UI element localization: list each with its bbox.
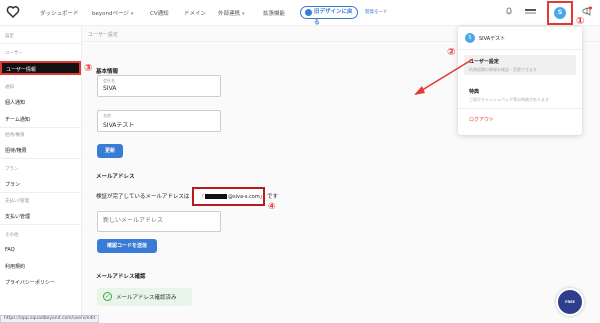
new-email-field[interactable]	[97, 211, 221, 232]
back-to-old-design-button[interactable]: 旧デザインに戻る	[300, 6, 358, 26]
nav-external-label: 外部連携	[218, 11, 241, 17]
email-confirm-heading: メールアドレス確認	[96, 274, 146, 280]
user-settings-title: ユーザー設定	[469, 59, 499, 65]
chat-widget-button[interactable]: FREE	[556, 288, 584, 316]
divider	[0, 192, 82, 193]
status-url-bar: https://app.squadbeyond.com/users/edit	[0, 315, 100, 323]
divider	[458, 49, 582, 50]
divider	[0, 43, 82, 44]
annotation-1: ①	[576, 16, 585, 27]
send-code-button[interactable]: 確認コードを送信	[97, 239, 157, 253]
dev-mode-toggle[interactable]: 開発モード	[365, 9, 388, 15]
user-dropdown-menu: S SIVAテスト ユーザー設定 所属組織の情報を確認・変更できます 特典 ご紹…	[458, 27, 582, 135]
sidebar-title: 設定	[5, 34, 14, 39]
chevron-down-icon: ▾	[242, 11, 245, 17]
breadcrumb: ユーザー設定	[88, 32, 118, 38]
perks-desc: ご紹介キャッシュバック等の特典があります	[469, 97, 549, 102]
company-name-field[interactable]: 会社名 SIVA	[97, 75, 221, 97]
announcement-icon[interactable]	[582, 6, 592, 16]
verified-email-value: 「@siva-s.com」	[200, 194, 265, 200]
divider	[0, 158, 82, 159]
sidebar-item-personal-notify[interactable]: 個人通知	[5, 99, 25, 106]
user-settings-desc: 所属組織の情報を確認・変更できます	[469, 67, 537, 72]
basic-info-heading: 基本情報	[96, 69, 119, 75]
email-heading: メールアドレス	[96, 174, 135, 180]
avatar-highlight: S	[547, 1, 573, 25]
nav-beyond-page[interactable]: beyondページ ▾	[92, 9, 133, 17]
verified-email-suffix: です	[267, 194, 279, 200]
sidebar-item-team-notify[interactable]: チーム通知	[5, 116, 30, 123]
sidebar-section-billing: 支払い/管理	[5, 199, 30, 204]
annotation-3: ③	[84, 63, 93, 74]
nav-cv-notify[interactable]: CV通知	[150, 9, 169, 17]
nav-extension[interactable]: 拡張機能	[263, 9, 285, 17]
user-name-field[interactable]: 名前 SIVAテスト	[97, 110, 221, 132]
divider	[0, 127, 82, 128]
email-confirmed-badge: ✓ メールアドレス確認済み	[97, 288, 192, 306]
dropdown-user-name: SIVAテスト	[479, 36, 506, 42]
company-name-label: 会社名	[103, 78, 115, 83]
sidebar-item-invite[interactable]: 招待/権限	[5, 147, 27, 154]
sidebar-section-notify: 通知	[5, 85, 14, 90]
update-button[interactable]: 更新	[97, 144, 123, 158]
nav-domain[interactable]: ドメイン	[184, 9, 206, 17]
sidebar-section-user: ユーザー	[5, 51, 23, 56]
user-name-value: SIVAテスト	[103, 122, 135, 129]
sidebar-item-plan[interactable]: プラン	[5, 181, 20, 188]
check-icon: ✓	[103, 292, 112, 301]
squadbeyond-logo-icon[interactable]	[6, 6, 20, 19]
chevron-down-icon: ▾	[130, 11, 134, 17]
sidebar-item-faq[interactable]: FAQ	[5, 247, 15, 253]
user-name-label: 名前	[103, 113, 111, 118]
settings-sidebar: 設定 ユーザー ユーザー情報 通知 個人通知 チーム通知 招待/権限 招待/権限…	[0, 27, 82, 323]
sidebar-item-privacy[interactable]: プライバシーポリシー	[5, 279, 55, 286]
dropdown-item-perks[interactable]: 特典	[469, 88, 479, 95]
sidebar-item-billing[interactable]: 支払い管理	[5, 213, 30, 220]
email-mask	[205, 194, 227, 199]
divider	[458, 108, 582, 109]
sidebar-section-invite: 招待/権限	[5, 133, 25, 138]
logout-button[interactable]: ログアウト	[469, 116, 494, 123]
sidebar-item-label: ユーザー情報	[6, 67, 36, 73]
team-switcher-icon[interactable]	[525, 9, 536, 14]
sidebar-section-other: その他	[5, 233, 19, 238]
top-bar: ダッシュボード beyondページ ▾ CV通知 ドメイン 外部連携 ▾ 拡張機能 …	[0, 0, 600, 26]
nav-dashboard[interactable]: ダッシュボード	[40, 9, 79, 17]
sidebar-item-user-info[interactable]: ユーザー情報	[0, 61, 81, 75]
verified-email-text: 検証が完了しているメールアドレスは	[96, 194, 190, 200]
new-email-input[interactable]	[103, 217, 213, 224]
annotation-2: ②	[447, 47, 456, 58]
nav-external[interactable]: 外部連携 ▾	[218, 9, 245, 17]
dropdown-avatar: S	[465, 33, 475, 43]
divider	[0, 224, 82, 225]
bell-icon[interactable]	[506, 7, 512, 15]
sidebar-item-terms[interactable]: 利用規約	[5, 263, 25, 270]
nav-beyond-page-label: beyondページ	[92, 11, 129, 17]
annotation-4: ④	[268, 202, 276, 212]
email-confirmed-label: メールアドレス確認済み	[116, 295, 177, 301]
sidebar-section-plan: プラン	[5, 167, 19, 172]
company-name-value: SIVA	[103, 85, 117, 92]
verified-email-highlight: 「@siva-s.com」	[192, 187, 265, 206]
user-avatar[interactable]: S	[554, 7, 566, 19]
